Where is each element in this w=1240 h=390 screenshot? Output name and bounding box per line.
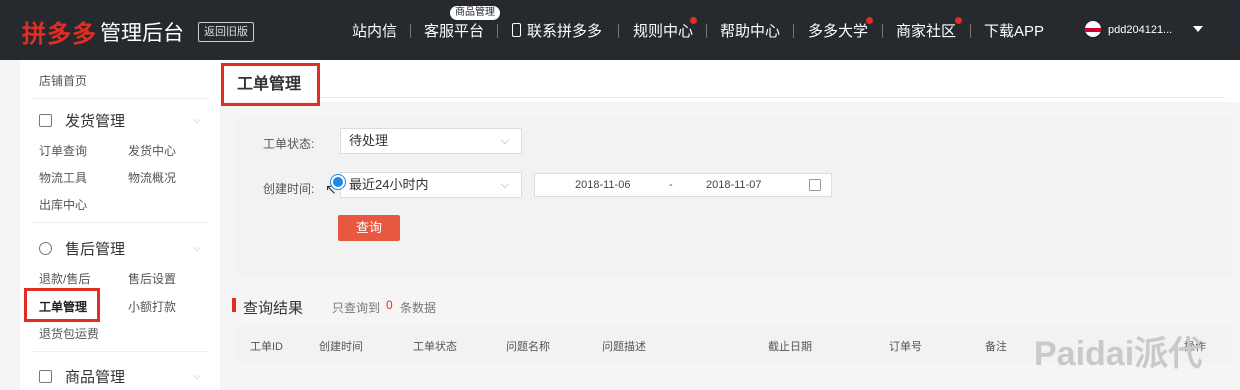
- sidebar: 店铺首页 发货管理 ⌵ 订单查询 发货中心 物流工具 物流概况 出库中心 售后管…: [20, 60, 220, 390]
- username-label[interactable]: pdd204121...: [1108, 24, 1172, 36]
- create-time-label: 创建时间:: [263, 182, 315, 196]
- sidebar-group-products[interactable]: 商品管理: [65, 366, 125, 387]
- sidebar-item-logistics-overview[interactable]: 物流概况: [128, 169, 176, 186]
- date-to[interactable]: 2018-11-07: [706, 179, 761, 191]
- sidebar-group-shipping[interactable]: 发货管理: [65, 110, 125, 131]
- shield-icon: [39, 242, 52, 255]
- sidebar-item-after-sales-settings[interactable]: 售后设置: [128, 270, 176, 287]
- chevron-down-icon[interactable]: ⌵: [193, 371, 201, 382]
- shipping-icon: [39, 114, 52, 127]
- chevron-down-icon: ⌵: [500, 179, 509, 191]
- user-avatar[interactable]: [1085, 21, 1101, 37]
- results-unit: 条数据: [400, 301, 437, 315]
- nav-separator: [497, 24, 498, 38]
- date-range-picker[interactable]: 2018-11-06 - 2018-11-07: [534, 173, 832, 197]
- sidebar-group-after-sales[interactable]: 售后管理: [65, 238, 125, 259]
- notification-dot: [690, 17, 697, 24]
- nav-separator: [706, 24, 707, 38]
- section-marker: [232, 298, 236, 312]
- sidebar-item-outbound-center[interactable]: 出库中心: [39, 196, 87, 213]
- column-header-ticket-id: 工单ID: [250, 341, 283, 353]
- sidebar-item-return-shipping-fee[interactable]: 退货包运费: [39, 325, 99, 342]
- nav-customer-service[interactable]: 客服平台: [424, 20, 484, 41]
- column-header-issue-desc: 问题描述: [602, 341, 646, 353]
- admin-title: 管理后台: [100, 22, 184, 45]
- watermark-logo: Paidai派代: [1034, 335, 1203, 373]
- brand-logo[interactable]: 拼多多: [22, 14, 97, 49]
- column-header-issue-name: 问题名称: [506, 341, 550, 353]
- chevron-down-icon[interactable]: ⌵: [193, 115, 201, 126]
- chevron-down-icon: ⌵: [500, 135, 509, 147]
- nav-separator: [793, 24, 794, 38]
- nav-separator: [618, 24, 619, 38]
- column-header-order-number: 订单号: [889, 341, 922, 353]
- sidebar-item-shipping-center[interactable]: 发货中心: [128, 142, 176, 159]
- nav-rules-center[interactable]: 规则中心: [633, 20, 693, 41]
- sidebar-divider: [32, 98, 208, 99]
- query-button[interactable]: 查询: [338, 215, 400, 241]
- notification-dot: [955, 17, 962, 24]
- date-from[interactable]: 2018-11-06: [575, 179, 630, 191]
- chevron-down-icon[interactable]: ⌵: [193, 243, 201, 254]
- sidebar-item-small-payment[interactable]: 小额打款: [128, 298, 176, 315]
- nav-separator: [882, 24, 883, 38]
- sidebar-divider: [32, 351, 208, 352]
- create-time-select[interactable]: 最近24小时内 ⌵: [340, 172, 522, 198]
- date-separator: -: [669, 179, 673, 191]
- nav-merchant-community[interactable]: 商家社区: [896, 20, 956, 41]
- column-header-create-time: 创建时间: [319, 341, 363, 353]
- highlight-box: [24, 288, 100, 322]
- nav-inbox[interactable]: 站内信: [352, 20, 397, 41]
- product-icon: [39, 370, 52, 383]
- page-title-bar: 工单管理: [220, 60, 1240, 102]
- nav-separator: [970, 24, 971, 38]
- nav-separator: [410, 24, 411, 38]
- column-header-remark: 备注: [985, 341, 1007, 353]
- sidebar-item-logistics-tools[interactable]: 物流工具: [39, 169, 87, 186]
- back-to-old-version-button[interactable]: 返回旧版: [198, 22, 254, 42]
- sidebar-divider: [32, 222, 208, 223]
- results-note: 只查询到: [332, 301, 381, 315]
- results-title: 查询结果: [243, 300, 304, 317]
- sidebar-item-refund[interactable]: 退款/售后: [39, 270, 90, 287]
- results-count: 0: [386, 298, 393, 312]
- ticket-status-value: 待处理: [349, 133, 389, 148]
- phone-icon: [512, 23, 521, 37]
- nav-tag-badge: 商品管理: [450, 6, 500, 20]
- nav-contact-label: 联系拼多多: [527, 23, 603, 40]
- location-pin-icon: [331, 175, 345, 189]
- nav-contact[interactable]: 联系拼多多: [512, 20, 602, 41]
- sidebar-item-order-query[interactable]: 订单查询: [39, 142, 87, 159]
- ticket-status-select[interactable]: 待处理 ⌵: [340, 128, 522, 154]
- sidebar-item-home[interactable]: 店铺首页: [39, 72, 87, 89]
- column-header-status: 工单状态: [413, 341, 457, 353]
- title-divider: [320, 97, 1225, 98]
- column-header-deadline: 截止日期: [768, 341, 812, 353]
- top-navigation-bar: 拼多多 管理后台 返回旧版 站内信 商品管理 客服平台 联系拼多多 规则中心 帮…: [0, 0, 1240, 60]
- calendar-icon[interactable]: [809, 179, 821, 191]
- chevron-down-icon[interactable]: [1193, 26, 1203, 32]
- notification-dot: [866, 17, 873, 24]
- nav-university[interactable]: 多多大学: [808, 20, 868, 41]
- nav-help-center[interactable]: 帮助中心: [720, 20, 780, 41]
- nav-download-app[interactable]: 下载APP: [984, 20, 1044, 41]
- highlight-box: [221, 63, 320, 106]
- ticket-status-label: 工单状态:: [263, 137, 315, 151]
- create-time-value: 最近24小时内: [349, 177, 429, 192]
